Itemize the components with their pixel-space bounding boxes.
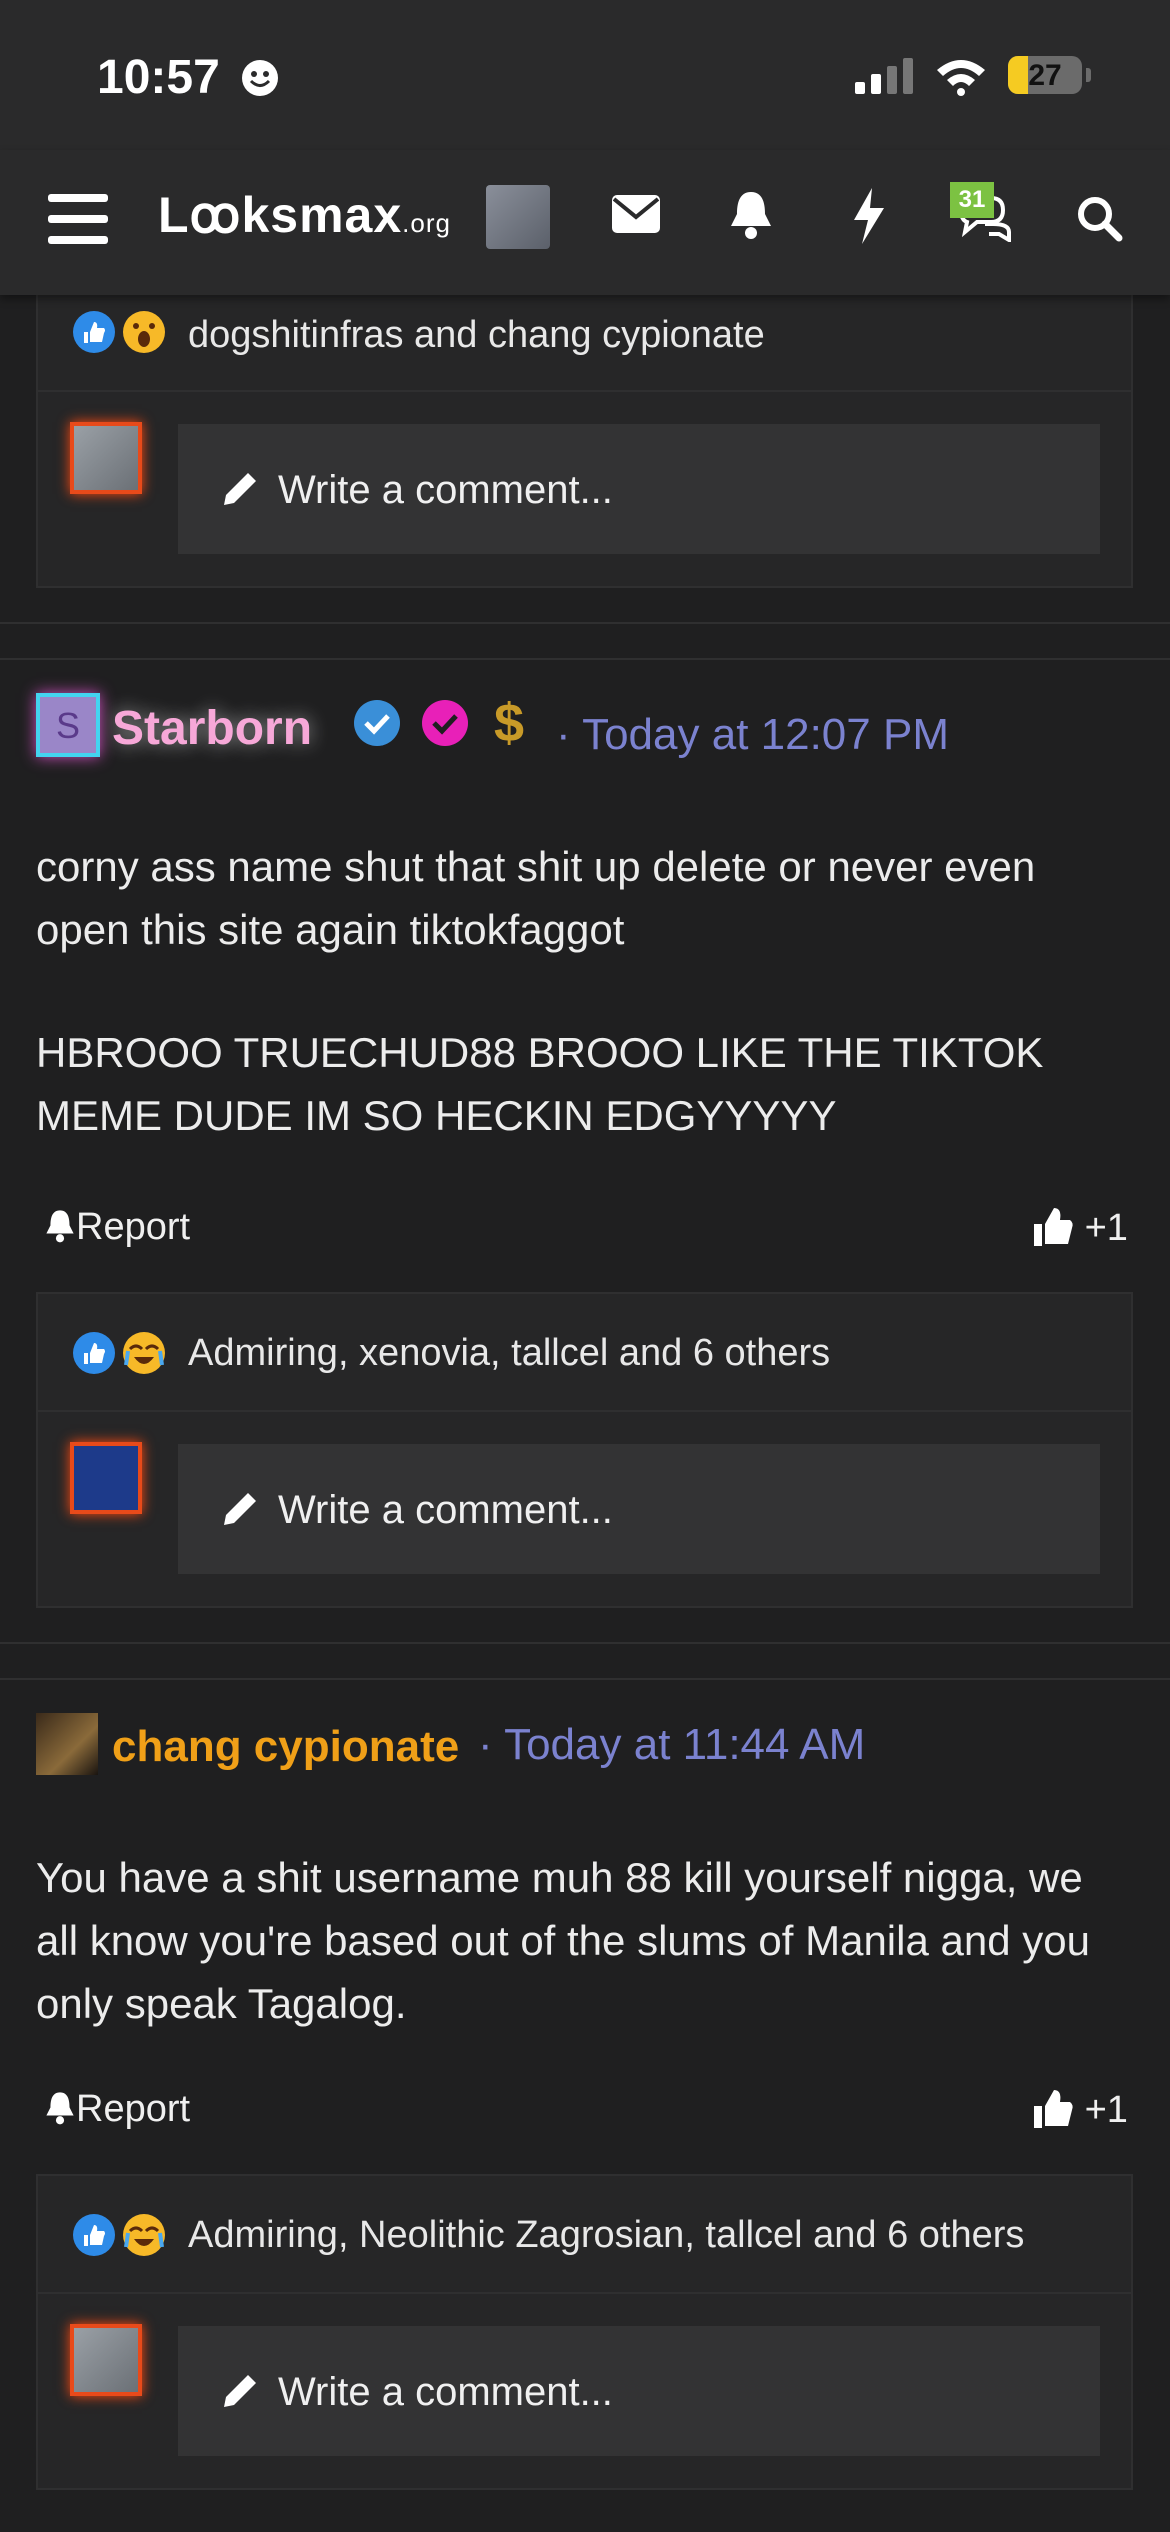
reaction-summary[interactable]: Admiring, xenovia, tallcel and 6 others — [38, 1294, 1131, 1412]
like-reaction-icon — [73, 311, 165, 353]
smiley-icon — [242, 60, 278, 96]
reaction-names: dogshitinfras and chang cypionate — [188, 314, 765, 356]
post-body: You have a shit username muh 88 kill you… — [36, 1854, 1090, 2027]
like-button[interactable]: +1 — [1032, 1206, 1128, 1250]
site-logo[interactable]: Lꝏksmax.org — [158, 186, 451, 244]
bell-icon — [46, 2092, 74, 2125]
pink-check-badge-icon — [422, 700, 468, 746]
lightning-icon[interactable] — [852, 188, 886, 244]
menu-icon[interactable] — [48, 192, 108, 246]
search-icon[interactable] — [1075, 194, 1123, 242]
thumbs-up-icon — [1034, 1208, 1073, 1246]
report-button[interactable]: Report — [44, 2088, 190, 2131]
reaction-names: Admiring, xenovia, tallcel and 6 others — [188, 1332, 831, 1374]
bell-icon[interactable] — [729, 190, 773, 240]
cellular-signal-icon — [855, 58, 913, 94]
like-reaction-icon — [73, 2214, 165, 2256]
status-time: 10:57 — [97, 51, 220, 104]
status-bar: 10:57 27 — [0, 0, 1170, 150]
thumbs-up-icon — [1034, 2090, 1073, 2128]
user-avatar[interactable] — [486, 185, 550, 249]
pencil-icon — [224, 2375, 256, 2407]
dollar-badge-icon: $ — [494, 693, 525, 753]
comment-panel: Admiring, Neolithic Zagrosian, tallcel a… — [36, 2174, 1133, 2490]
bell-icon — [46, 1210, 74, 1243]
mail-icon[interactable] — [612, 195, 660, 233]
conversations-badge: 31 — [950, 182, 994, 218]
post-body: corny ass name shut that shit up delete … — [36, 843, 1044, 1139]
post-username[interactable]: Starborn — [112, 701, 312, 756]
comment-panel: Admiring, xenovia, tallcel and 6 others … — [36, 1292, 1133, 1608]
pencil-icon — [224, 1493, 256, 1525]
reaction-names: Admiring, Neolithic Zagrosian, tallcel a… — [188, 2214, 1025, 2256]
post-timestamp[interactable]: · Today at 11:44 AM — [478, 1720, 865, 1770]
commenter-avatar — [70, 422, 142, 494]
post-username[interactable]: chang cypionate — [112, 1722, 459, 1772]
write-comment-field[interactable]: Write a comment... — [178, 424, 1100, 554]
commenter-avatar — [70, 2324, 142, 2396]
wifi-icon — [937, 60, 985, 96]
write-comment-field[interactable]: Write a comment... — [178, 1444, 1100, 1574]
reaction-summary[interactable]: Admiring, Neolithic Zagrosian, tallcel a… — [38, 2176, 1131, 2294]
post-timestamp[interactable]: · Today at 12:07 PM — [556, 710, 949, 760]
avatar[interactable] — [36, 1713, 98, 1775]
like-reaction-icon — [73, 1332, 165, 1374]
top-navbar: Lꝏksmax.org 31 — [0, 150, 1170, 295]
avatar[interactable]: S — [36, 693, 100, 757]
commenter-avatar — [70, 1442, 142, 1514]
comment-panel: dogshitinfras and chang cypionate Write … — [36, 270, 1133, 588]
battery-indicator: 27 — [1008, 56, 1082, 94]
pencil-icon — [224, 473, 256, 505]
write-comment-field[interactable]: Write a comment... — [178, 2326, 1100, 2456]
verified-badge-icon — [354, 700, 400, 746]
report-button[interactable]: Report — [44, 1206, 190, 1249]
like-button[interactable]: +1 — [1032, 2088, 1128, 2132]
